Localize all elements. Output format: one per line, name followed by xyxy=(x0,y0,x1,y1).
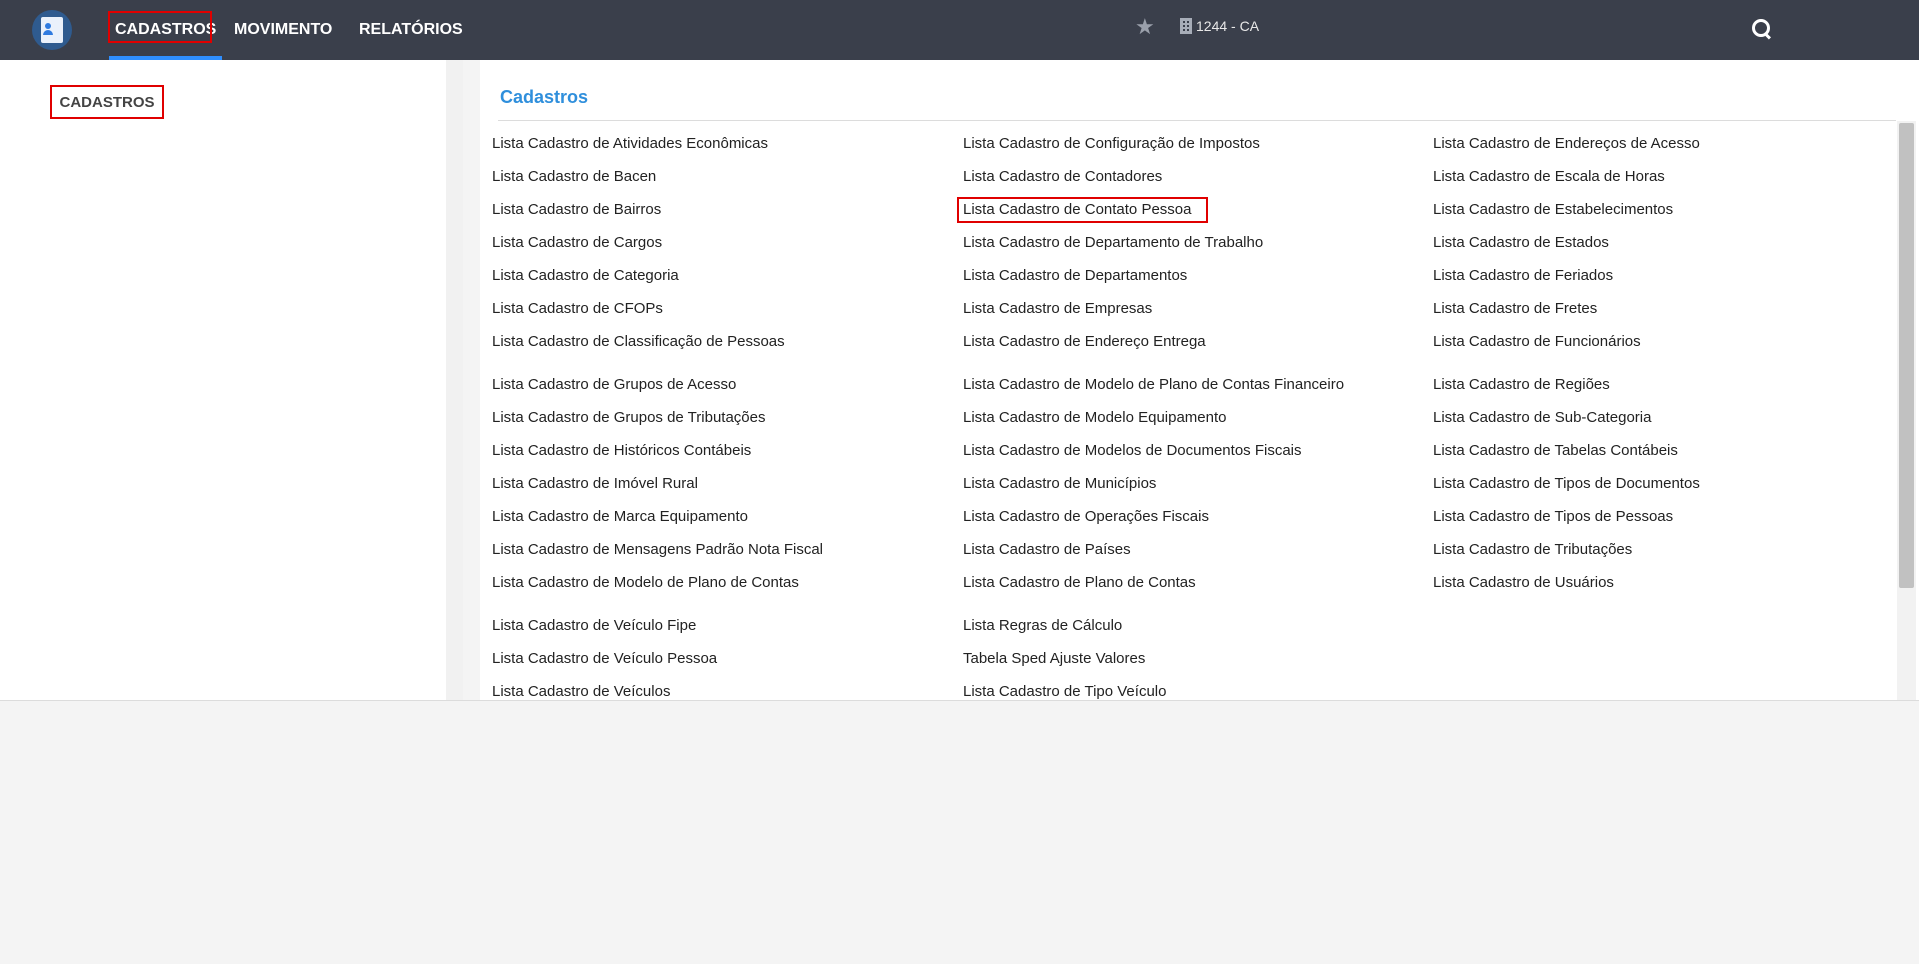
menu-link[interactable]: Lista Cadastro de Sub-Categoria xyxy=(1433,402,1700,435)
menu-link[interactable]: Lista Cadastro de Atividades Econômicas xyxy=(492,128,823,161)
menu-link[interactable]: Lista Cadastro de Históricos Contábeis xyxy=(492,435,823,468)
menu-link[interactable]: Lista Cadastro de Cargos xyxy=(492,227,823,260)
search-icon[interactable] xyxy=(1752,19,1772,40)
sidebar-item-cadastros[interactable]: CADASTROS xyxy=(50,85,164,119)
menu-link[interactable]: Lista Cadastro de Tipos de Pessoas xyxy=(1433,501,1700,534)
top-navigation-bar: CADASTROS MOVIMENTO RELATÓRIOS ★ 1244 - … xyxy=(0,0,1919,60)
menu-link[interactable]: Lista Cadastro de Mensagens Padrão Nota … xyxy=(492,534,823,567)
menu-link[interactable]: Lista Cadastro de Empresas xyxy=(963,293,1344,326)
menu-link[interactable]: Lista Cadastro de Veículos xyxy=(492,676,823,709)
menu-link[interactable]: Lista Cadastro de Escala de Horas xyxy=(1433,161,1700,194)
menu-link[interactable]: Tabela Sped Ajuste Valores xyxy=(963,643,1344,676)
menu-link[interactable]: Lista Cadastro de Contadores xyxy=(963,161,1344,194)
sidebar xyxy=(0,60,463,700)
nav-cadastros-highlight xyxy=(108,11,212,43)
menu-link[interactable]: Lista Cadastro de Países xyxy=(963,534,1344,567)
menu-link[interactable]: Lista Cadastro de Estabelecimentos xyxy=(1433,194,1700,227)
menu-link[interactable]: Lista Cadastro de Configuração de Impost… xyxy=(963,128,1344,161)
menu-column-3: Lista Cadastro de Endereços de Acesso Lis… xyxy=(1433,128,1700,600)
menu-link[interactable]: Lista Cadastro de Modelo Equipamento xyxy=(963,402,1344,435)
content-bottom-border xyxy=(0,700,1919,701)
menu-link[interactable]: Lista Cadastro de Grupos de Acesso xyxy=(492,369,823,402)
sidebar-item-label: CADASTROS xyxy=(59,93,155,111)
menu-link[interactable]: Lista Cadastro de Tabelas Contábeis xyxy=(1433,435,1700,468)
menu-link[interactable]: Lista Cadastro de Modelos de Documentos … xyxy=(963,435,1344,468)
menu-link[interactable]: Lista Cadastro de Classificação de Pesso… xyxy=(492,326,823,359)
page-title: Cadastros xyxy=(500,87,589,107)
menu-link[interactable]: Lista Cadastro de Veículo Pessoa xyxy=(492,643,823,676)
menu-link[interactable]: Lista Cadastro de Tributações xyxy=(1433,534,1700,567)
menu-link[interactable]: Lista Cadastro de Regiões xyxy=(1433,369,1700,402)
menu-column-1: Lista Cadastro de Atividades Econômicas L… xyxy=(492,128,823,709)
menu-link[interactable]: Lista Cadastro de Tipos de Documentos xyxy=(1433,468,1700,501)
sidebar-divider xyxy=(446,60,463,700)
star-icon[interactable]: ★ xyxy=(1135,14,1155,40)
menu-link[interactable]: Lista Cadastro de CFOPs xyxy=(492,293,823,326)
menu-link[interactable]: Lista Cadastro de Modelo de Plano de Con… xyxy=(492,567,823,600)
menu-link[interactable]: Lista Cadastro de Marca Equipamento xyxy=(492,501,823,534)
menu-link[interactable]: Lista Cadastro de Feriados xyxy=(1433,260,1700,293)
nav-relatorios-label: RELATÓRIOS xyxy=(359,21,463,38)
menu-link[interactable]: Lista Cadastro de Modelo de Plano de Con… xyxy=(963,369,1344,402)
menu-link[interactable]: Lista Cadastro de Usuários xyxy=(1433,567,1700,600)
menu-link[interactable]: Lista Cadastro de Bairros xyxy=(492,194,823,227)
menu-link[interactable]: Lista Cadastro de Municípios xyxy=(963,468,1344,501)
menu-link[interactable]: Lista Cadastro de Departamento de Trabal… xyxy=(963,227,1344,260)
nav-movimento[interactable]: MOVIMENTO xyxy=(234,0,332,60)
menu-link[interactable]: Lista Cadastro de Veículo Fipe xyxy=(492,610,823,643)
menu-link[interactable]: Lista Cadastro de Bacen xyxy=(492,161,823,194)
title-divider xyxy=(498,120,1896,121)
nav-relatorios[interactable]: RELATÓRIOS xyxy=(359,0,463,60)
menu-link[interactable]: Lista Cadastro de Endereços de Acesso xyxy=(1433,128,1700,161)
menu-link[interactable]: Lista Cadastro de Estados xyxy=(1433,227,1700,260)
menu-link[interactable]: Lista Cadastro de Plano de Contas xyxy=(963,567,1344,600)
menu-link[interactable]: Lista Cadastro de Categoria xyxy=(492,260,823,293)
menu-link[interactable]: Lista Cadastro de Operações Fiscais xyxy=(963,501,1344,534)
menu-link[interactable]: Lista Cadastro de Departamentos xyxy=(963,260,1344,293)
contato-pessoa-highlight xyxy=(957,197,1208,223)
company-selector[interactable]: 1244 - CA xyxy=(1180,18,1259,34)
scrollbar-thumb[interactable] xyxy=(1899,123,1914,588)
menu-link[interactable]: Lista Cadastro de Fretes xyxy=(1433,293,1700,326)
menu-link[interactable]: Lista Cadastro de Endereço Entrega xyxy=(963,326,1344,359)
menu-link[interactable]: Lista Cadastro de Tipo Veículo xyxy=(963,676,1344,709)
menu-link[interactable]: Lista Cadastro de Funcionários xyxy=(1433,326,1700,359)
company-label: 1244 - CA xyxy=(1196,18,1260,34)
menu-link[interactable]: Lista Cadastro de Grupos de Tributações xyxy=(492,402,823,435)
app-logo-icon[interactable] xyxy=(32,10,72,50)
nav-movimento-label: MOVIMENTO xyxy=(234,21,333,38)
building-icon xyxy=(1180,18,1192,34)
menu-link[interactable]: Lista Regras de Cálculo xyxy=(963,610,1344,643)
menu-link[interactable]: Lista Cadastro de Imóvel Rural xyxy=(492,468,823,501)
